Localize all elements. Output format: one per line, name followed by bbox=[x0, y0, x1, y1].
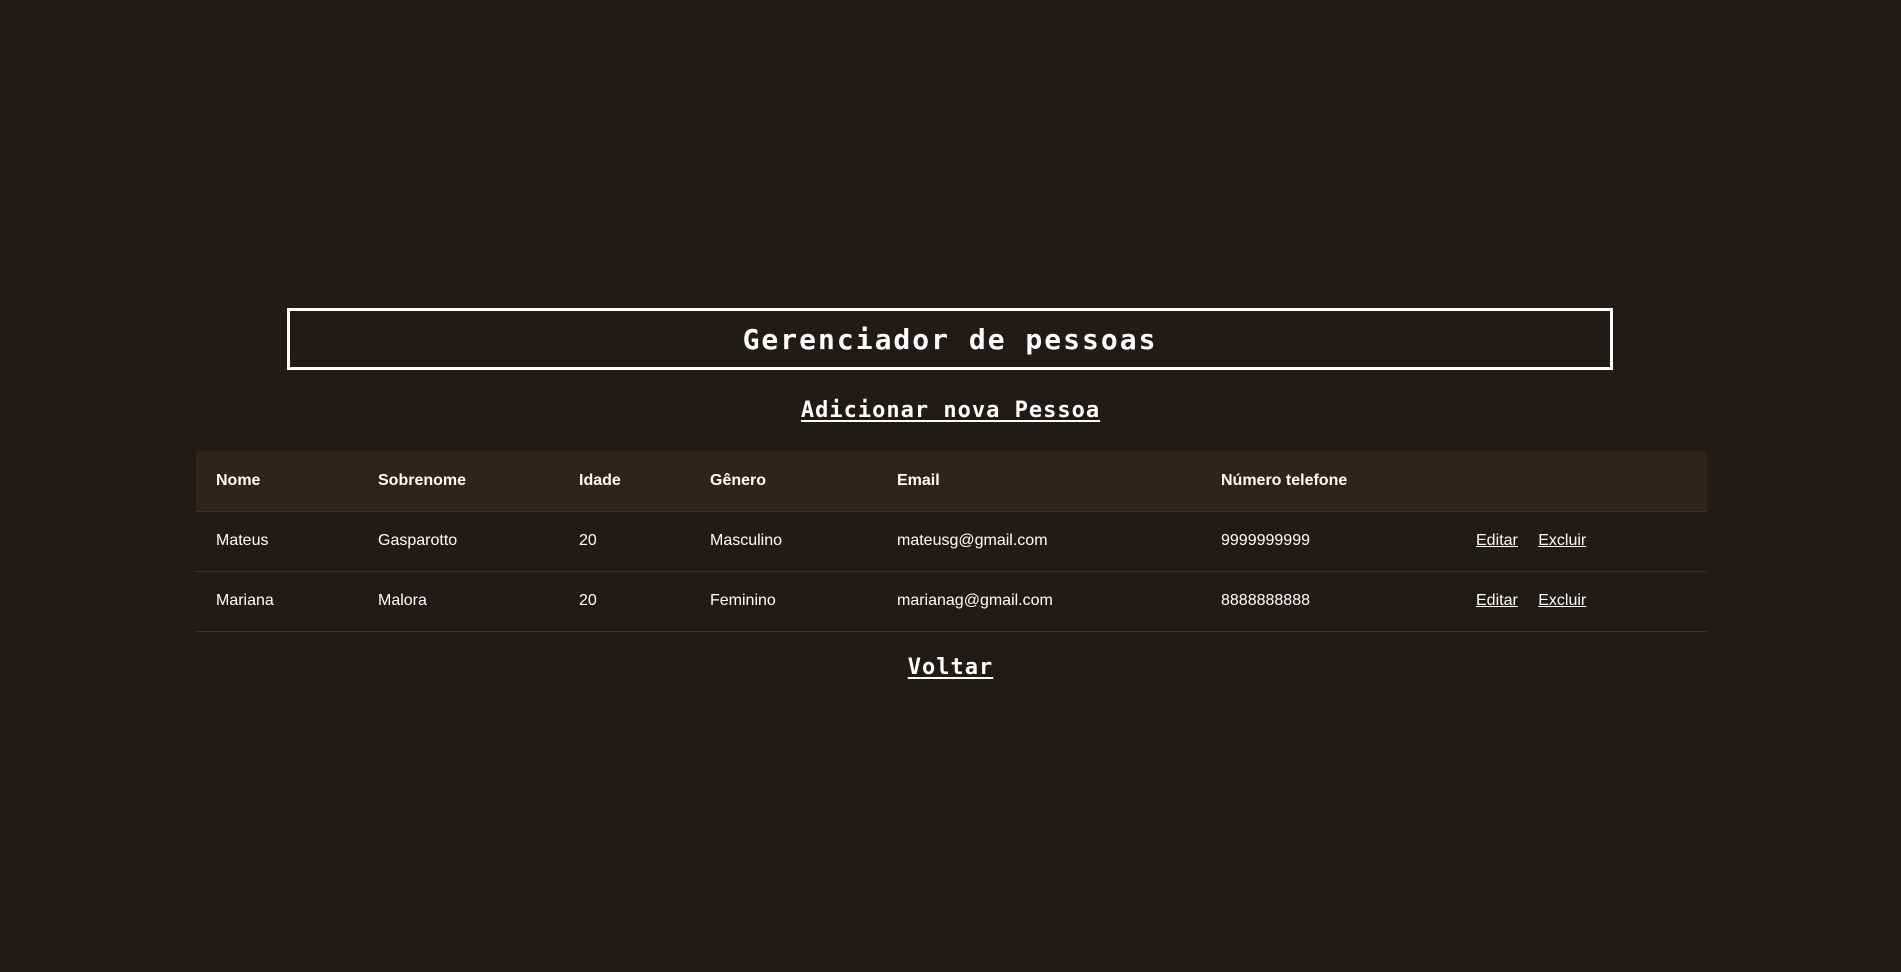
add-person-link-container: Adicionar nova Pessoa bbox=[0, 398, 1901, 423]
edit-link[interactable]: Editar bbox=[1476, 592, 1518, 609]
back-link[interactable]: Voltar bbox=[908, 655, 993, 680]
cell-nome: Mariana bbox=[216, 592, 274, 609]
add-person-link[interactable]: Adicionar nova Pessoa bbox=[801, 398, 1100, 423]
cell-email: marianag@gmail.com bbox=[897, 592, 1053, 609]
page: Gerenciador de pessoas Adicionar nova Pe… bbox=[0, 0, 1901, 972]
cell-actions: Editar Excluir bbox=[1456, 571, 1707, 631]
cell-telefone: 9999999999 bbox=[1221, 532, 1310, 549]
cell-nome: Mateus bbox=[216, 532, 269, 549]
cell-genero: Feminino bbox=[710, 592, 776, 609]
column-header-email: Email bbox=[897, 471, 940, 489]
table-row: Mateus Gasparotto 20 Masculino mateusg@g… bbox=[196, 511, 1707, 571]
page-title-box: Gerenciador de pessoas bbox=[287, 308, 1613, 370]
table-header-row: Nome Sobrenome Idade Gênero Email Número… bbox=[196, 451, 1707, 511]
column-header-genero: Gênero bbox=[710, 471, 767, 489]
edit-link[interactable]: Editar bbox=[1476, 532, 1518, 549]
cell-sobrenome: Malora bbox=[378, 592, 427, 609]
cell-actions: Editar Excluir bbox=[1456, 511, 1707, 571]
column-header-sobrenome: Sobrenome bbox=[378, 471, 467, 489]
page-title: Gerenciador de pessoas bbox=[742, 322, 1158, 356]
cell-idade: 20 bbox=[579, 592, 597, 609]
column-header-idade: Idade bbox=[579, 471, 621, 489]
cell-genero: Masculino bbox=[710, 532, 783, 549]
column-header-telefone: Número telefone bbox=[1221, 471, 1348, 489]
cell-idade: 20 bbox=[579, 532, 597, 549]
back-link-container: Voltar bbox=[0, 655, 1901, 680]
cell-sobrenome: Gasparotto bbox=[378, 532, 458, 549]
column-header-nome: Nome bbox=[216, 471, 261, 489]
cell-email: mateusg@gmail.com bbox=[897, 532, 1048, 549]
delete-link[interactable]: Excluir bbox=[1538, 592, 1586, 609]
table-row: Mariana Malora 20 Feminino marianag@gmai… bbox=[196, 571, 1707, 631]
column-header-actions bbox=[1456, 451, 1707, 511]
cell-telefone: 8888888888 bbox=[1221, 592, 1310, 609]
delete-link[interactable]: Excluir bbox=[1538, 532, 1586, 549]
people-table: Nome Sobrenome Idade Gênero Email Número… bbox=[196, 451, 1707, 632]
